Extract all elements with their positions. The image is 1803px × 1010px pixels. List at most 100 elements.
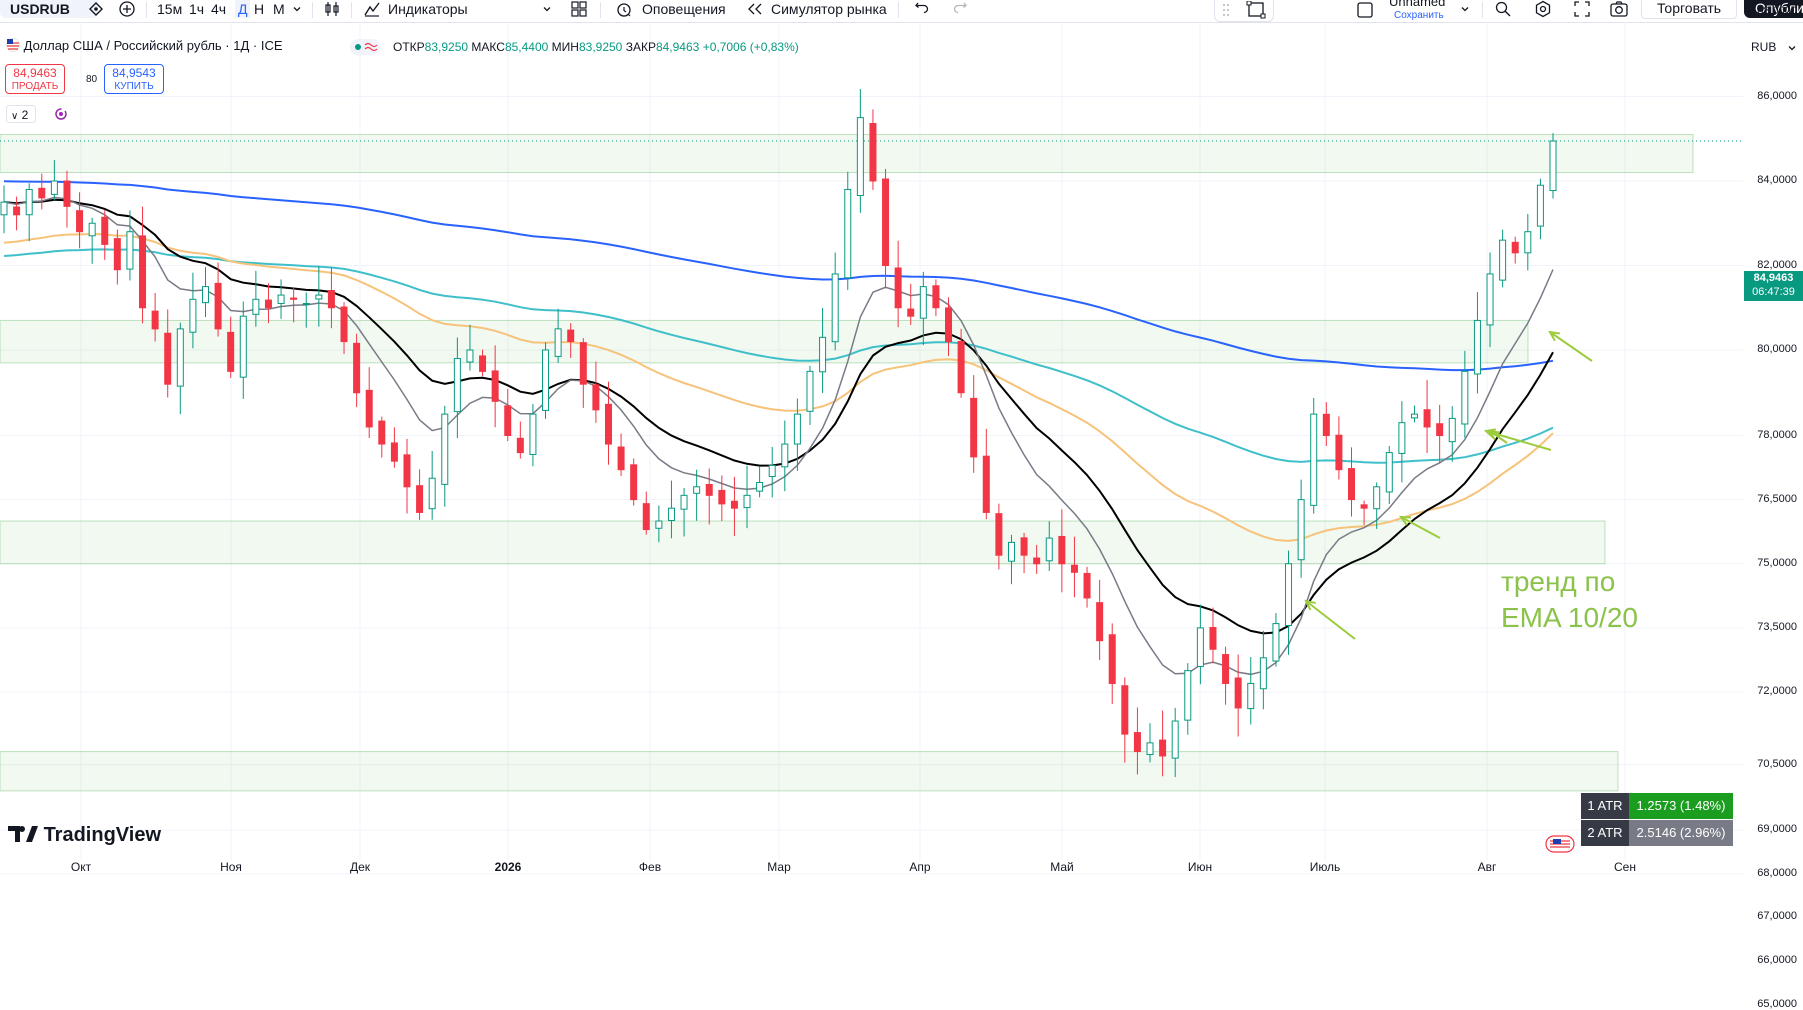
price-axis-label: 66,0000 (1757, 954, 1797, 967)
candle (882, 168, 890, 289)
templates-icon[interactable] (570, 0, 588, 18)
candle-body (1297, 499, 1305, 561)
candle-body (101, 216, 109, 245)
us-flag-icon (6, 38, 20, 52)
symbol-search[interactable]: USDRUB (0, 0, 98, 18)
candle (768, 446, 776, 498)
trend-annotation[interactable]: тренд по EMA 10/20 (1501, 564, 1638, 636)
candle-body (882, 178, 890, 266)
interval-15m[interactable]: 15м (157, 0, 182, 18)
price-axis[interactable]: RUB 92,000090,000088,000086,000084,00008… (1743, 5, 1803, 1010)
chevron-down-icon[interactable] (1459, 3, 1471, 15)
buy-button[interactable]: 84,9543 КУПИТЬ (104, 64, 164, 94)
interval-1h[interactable]: 1ч (189, 0, 204, 18)
candle (353, 333, 361, 408)
candle (970, 375, 978, 473)
time-axis-label: Сен (1614, 860, 1636, 874)
candle-body (1096, 602, 1104, 642)
candle (176, 322, 184, 415)
chevron-down-icon[interactable] (541, 3, 553, 15)
symbol-title[interactable]: Доллар США / Российский рубль · 1Д · ICE (24, 38, 283, 53)
add-symbol-icon[interactable] (118, 0, 136, 18)
candle-body (655, 520, 663, 529)
chevron-down-icon[interactable] (291, 3, 303, 15)
interval-4h[interactable]: 4ч (211, 0, 226, 18)
layout-name[interactable]: Unnamed (1389, 0, 1445, 9)
candle-body (252, 298, 260, 315)
candle-body (1209, 627, 1217, 650)
alarm-clock-icon[interactable] (615, 0, 633, 18)
interval-week[interactable]: Н (254, 0, 264, 18)
candle-body (239, 315, 247, 378)
tradingview-logo-text: TradingView (43, 824, 162, 846)
candle-body (76, 210, 84, 233)
candle-body (1020, 537, 1028, 556)
candle-body (1045, 537, 1053, 562)
sell-button[interactable]: 84,9463 ПРОДАТЬ (5, 64, 65, 94)
candle (630, 458, 638, 506)
candle (214, 262, 222, 337)
time-axis-label: Июль (1309, 860, 1341, 874)
drag-handle-icon[interactable] (1221, 2, 1231, 18)
candle (894, 240, 902, 328)
candle (1511, 236, 1519, 264)
candle-body (630, 464, 638, 501)
candle-body (768, 464, 776, 477)
candles-icon[interactable] (323, 0, 341, 18)
atr-label: 1 ATR (1581, 793, 1629, 819)
indicators-button[interactable]: Индикаторы (388, 0, 468, 18)
atr-row: 2 ATR 2.5146 (2.96%) (1581, 820, 1733, 846)
candle (1007, 534, 1015, 585)
market-simulator-button[interactable]: Симулятор рынка (771, 0, 887, 18)
chevron-down-icon[interactable] (1786, 42, 1798, 54)
candle (239, 301, 247, 399)
currency-selector[interactable]: RUB (1751, 40, 1776, 54)
candle (1272, 613, 1280, 667)
interval-month[interactable]: М (273, 0, 285, 18)
bar-countdown-timer: 06:47:39 (1752, 286, 1795, 298)
candle-body (907, 308, 915, 317)
settings-gear-icon[interactable] (1534, 0, 1552, 18)
annotation-arrow (1549, 331, 1593, 362)
trade-button[interactable]: Торговать (1641, 0, 1737, 19)
candle-body (214, 282, 222, 330)
alerts-button[interactable]: Оповещения (642, 0, 726, 18)
candle (693, 469, 701, 521)
candle (390, 427, 398, 468)
indicators-collapse-toggle[interactable]: ∨ 2 (6, 105, 36, 123)
candle-body (579, 342, 587, 385)
candle (1259, 630, 1267, 710)
candle-body (1436, 423, 1444, 436)
indicators-icon[interactable] (363, 0, 381, 18)
candle (252, 270, 260, 327)
candle (1020, 532, 1028, 574)
sync-icon[interactable] (54, 107, 68, 121)
candle-body (416, 485, 424, 513)
price-chart[interactable] (0, 22, 1743, 882)
us-flag-badge-icon[interactable] (1545, 835, 1575, 853)
tradingview-logo-icon (8, 826, 38, 842)
tradingview-logo[interactable]: TradingView (8, 824, 161, 847)
time-axis[interactable]: Окт Ноя Дек 2026 Фев Мар Апр Май Июн Июль Авг Сен (0, 860, 1743, 879)
diamond-icon[interactable] (88, 1, 104, 17)
redo-icon[interactable] (952, 1, 968, 17)
candle (1322, 402, 1330, 447)
candle-body (592, 384, 600, 411)
candle-body (1159, 739, 1167, 757)
interval-day[interactable]: Д (235, 0, 251, 18)
candle-body (1234, 677, 1242, 709)
candle-body (567, 329, 575, 343)
rewind-icon[interactable] (746, 1, 764, 17)
layout-square-icon[interactable] (1356, 1, 1374, 19)
fullscreen-icon[interactable] (1573, 0, 1591, 18)
search-zoom-icon[interactable] (1494, 0, 1512, 18)
camera-icon[interactable] (1609, 0, 1629, 18)
candle-body (730, 500, 738, 509)
candle-body (1184, 670, 1192, 721)
select-rectangle-icon[interactable] (1246, 1, 1266, 19)
layout-save-status[interactable]: Сохранить (1394, 10, 1444, 21)
undo-icon[interactable] (914, 1, 930, 17)
candle-body (1473, 319, 1481, 375)
atr-label: 2 ATR (1581, 820, 1629, 846)
candle-body (982, 455, 990, 513)
